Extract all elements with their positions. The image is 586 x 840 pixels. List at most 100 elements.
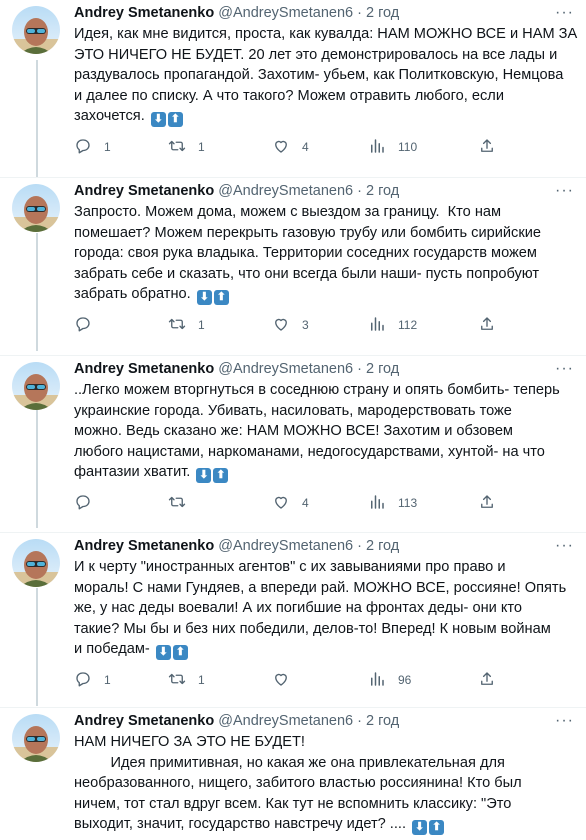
tweet-header: Andrey Smetanenko @AndreySmetanen6 · 2 г… — [74, 711, 399, 731]
tweet[interactable]: Andrey Smetanenko @AndreySmetanen6 · 2 г… — [0, 356, 586, 533]
share-icon — [478, 670, 496, 691]
retweet-icon — [168, 315, 186, 336]
like-button[interactable]: 3 — [272, 315, 309, 335]
tweet-text-line: выходит, значит, государство навстречу и… — [74, 814, 574, 836]
views-count: 96 — [398, 673, 412, 687]
author-handle[interactable]: @AndreySmetanen6 — [218, 713, 353, 729]
author-name[interactable]: Andrey Smetanenko — [74, 713, 214, 729]
like-icon — [272, 137, 290, 158]
retweet-count: 1 — [198, 318, 205, 332]
share-button[interactable] — [478, 137, 496, 157]
like-count: 3 — [302, 318, 309, 332]
tweet-text-line: фантазии хватит. ⬇ ⬆ — [74, 462, 574, 484]
like-icon — [272, 315, 290, 336]
author-name[interactable]: Andrey Smetanenko — [74, 5, 214, 21]
more-icon[interactable]: ··· — [555, 712, 574, 730]
like-button[interactable]: 4 — [272, 137, 309, 157]
views-button[interactable]: 113 — [368, 493, 417, 513]
reply-icon — [74, 670, 92, 691]
tweet-header: Andrey Smetanenko @AndreySmetanen6 · 2 г… — [74, 181, 399, 201]
retweet-count: 1 — [198, 140, 205, 154]
retweet-icon — [168, 493, 186, 514]
tweet-text-line: любого нацистами, наркоманами, недогосуд… — [74, 443, 545, 460]
views-button[interactable]: 96 — [368, 670, 411, 690]
more-icon[interactable]: ··· — [555, 360, 574, 378]
tweet-text-line: такие? Мы бы и без них победили, делов-т… — [74, 620, 551, 637]
author-name[interactable]: Andrey Smetanenko — [74, 183, 214, 199]
tweet-text-line: Идея, как мне видится, проста, как кувал… — [74, 26, 578, 42]
retweet-icon — [168, 137, 186, 158]
tweet-text-line: НАМ НИЧЕГО ЗА ЭТО НЕ БУДЕТ! — [74, 734, 305, 750]
arrow-up-emoji: ⬆ — [213, 290, 229, 306]
views-button[interactable]: 112 — [368, 315, 417, 335]
dot-separator: · — [357, 361, 362, 377]
retweet-button[interactable]: 1 — [168, 137, 205, 157]
share-button[interactable] — [478, 315, 496, 335]
arrow-up-emoji: ⬆ — [167, 112, 183, 128]
timestamp[interactable]: 2 год — [366, 5, 399, 21]
like-button[interactable] — [272, 670, 302, 690]
tweet-text: Идея, как мне видится, проста, как кувал… — [74, 24, 578, 128]
reply-button[interactable]: 1 — [74, 670, 111, 690]
dot-separator: · — [357, 183, 362, 199]
like-button[interactable]: 4 — [272, 493, 309, 513]
author-handle[interactable]: @AndreySmetanen6 — [218, 538, 353, 554]
tweet[interactable]: Andrey Smetanenko @AndreySmetanen6 · 2 г… — [0, 708, 586, 840]
tweet-text-line: и победам- ⬇ ⬆ — [74, 639, 574, 661]
tweet-text-line: захочется. ⬇ ⬆ — [74, 106, 574, 128]
tweet-text-line: И к черту "иностранных агентов" с их зав… — [74, 559, 506, 575]
tweet-text-line: Идея примитивная, но какая же она привле… — [74, 754, 505, 771]
timestamp[interactable]: 2 год — [366, 361, 399, 377]
tweet-header: Andrey Smetanenko @AndreySmetanen6 · 2 г… — [74, 536, 399, 556]
dot-separator: · — [357, 538, 362, 554]
reply-button[interactable]: 1 — [74, 137, 111, 157]
tweet-text-line: раздувалось пропагандой. Захотим- убьем,… — [74, 67, 564, 84]
tweet-text-line: Запросто. Можем дома, можем с выездом за… — [74, 204, 502, 220]
more-icon[interactable]: ··· — [555, 4, 574, 22]
retweet-icon — [168, 670, 186, 691]
avatar[interactable] — [12, 184, 60, 232]
tweet-text-line: украинские города. Убивать, насиловать, … — [74, 402, 512, 419]
more-icon[interactable]: ··· — [555, 182, 574, 200]
reply-icon — [74, 315, 92, 336]
retweet-button[interactable]: 1 — [168, 315, 205, 335]
retweet-button[interactable]: 1 — [168, 670, 205, 690]
retweet-button[interactable] — [168, 493, 198, 513]
tweet-text: НАМ НИЧЕГО ЗА ЭТО НЕ БУДЕТ! Идея примити… — [74, 732, 574, 836]
timestamp[interactable]: 2 год — [366, 538, 399, 554]
avatar[interactable] — [12, 539, 60, 587]
views-count: 113 — [398, 496, 418, 510]
tweet-text: ..Легко можем вторгнуться в соседнюю стр… — [74, 380, 574, 484]
arrow-down-emoji: ⬇ — [196, 468, 212, 484]
author-name[interactable]: Andrey Smetanenko — [74, 361, 214, 377]
arrow-down-emoji: ⬇ — [155, 645, 171, 661]
timestamp[interactable]: 2 год — [366, 183, 399, 199]
views-button[interactable]: 110 — [368, 137, 417, 157]
tweet[interactable]: Andrey Smetanenko @AndreySmetanen6 · 2 г… — [0, 0, 586, 178]
avatar[interactable] — [12, 6, 60, 54]
tweet-text-line: можно. Ведь сказано же: НАМ МОЖНО ВСЕ! З… — [74, 423, 513, 440]
author-handle[interactable]: @AndreySmetanen6 — [218, 5, 353, 21]
share-button[interactable] — [478, 670, 496, 690]
more-icon[interactable]: ··· — [555, 537, 574, 555]
tweet-text-line: мораль! С нами Гундяев, а впереди рай. М… — [74, 579, 567, 596]
avatar[interactable] — [12, 362, 60, 410]
arrow-down-emoji: ⬇ — [150, 112, 166, 128]
reply-button[interactable] — [74, 493, 104, 513]
tweet[interactable]: Andrey Smetanenko @AndreySmetanen6 · 2 г… — [0, 178, 586, 356]
author-handle[interactable]: @AndreySmetanen6 — [218, 361, 353, 377]
reply-button[interactable] — [74, 315, 104, 335]
share-icon — [478, 137, 496, 158]
tweet-text-line: города: своя рука владыка. Территории со… — [74, 245, 537, 262]
share-button[interactable] — [478, 493, 496, 513]
timestamp[interactable]: 2 год — [366, 713, 399, 729]
reply-count: 1 — [104, 673, 111, 687]
avatar[interactable] — [12, 714, 60, 762]
author-name[interactable]: Andrey Smetanenko — [74, 538, 214, 554]
tweet-text: Запросто. Можем дома, можем с выездом за… — [74, 202, 574, 306]
tweet-text-line: ЭТО НИЧЕГО НЕ БУДЕТ. 20 лет это демонстр… — [74, 46, 558, 63]
tweet[interactable]: Andrey Smetanenko @AndreySmetanen6 · 2 г… — [0, 533, 586, 708]
author-handle[interactable]: @AndreySmetanen6 — [218, 183, 353, 199]
like-icon — [272, 493, 290, 514]
tweet-actions: 1 1 4 110 — [74, 137, 494, 157]
